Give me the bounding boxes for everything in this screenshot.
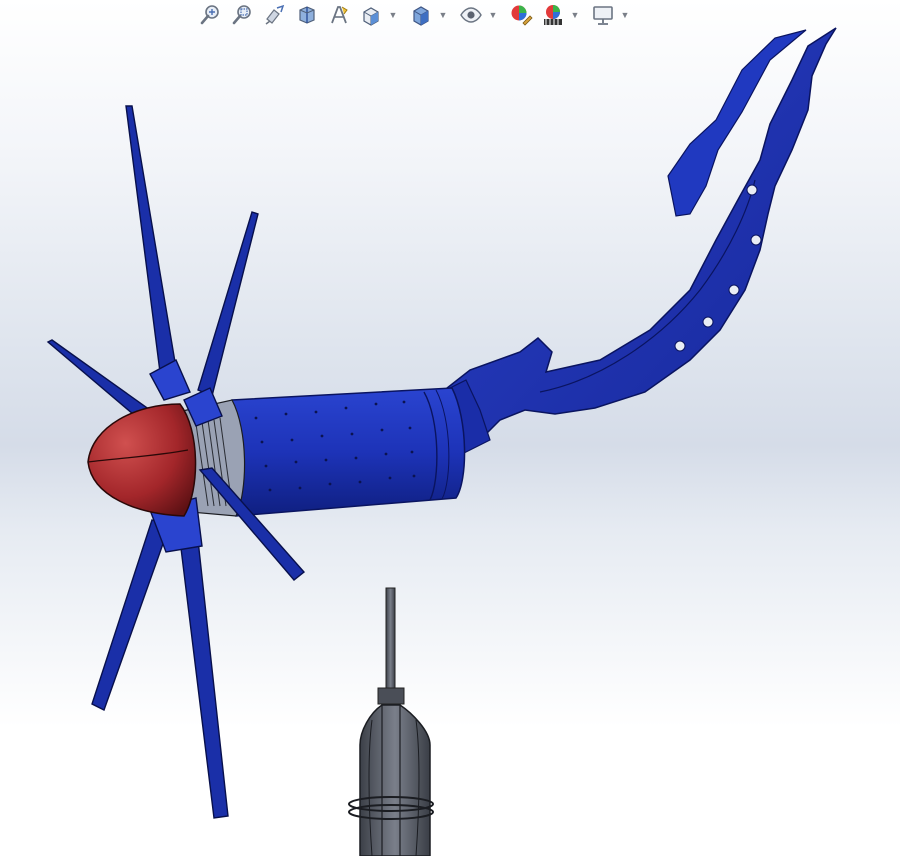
tail-vane <box>439 27 837 458</box>
nacelle-body <box>231 387 466 517</box>
nose-cone <box>87 403 197 517</box>
graphics-area[interactable] <box>0 0 900 856</box>
tower <box>348 587 434 856</box>
